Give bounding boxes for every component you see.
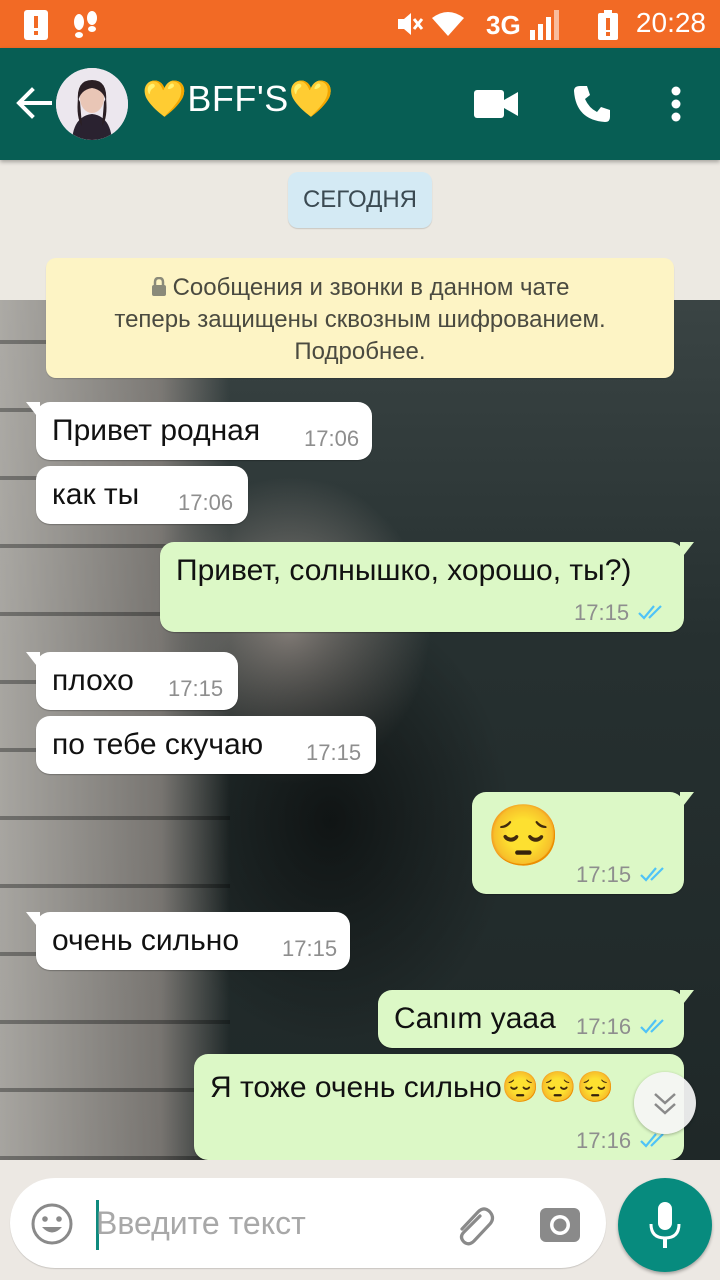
- microphone-icon: [649, 1202, 681, 1248]
- scroll-to-bottom-button[interactable]: [634, 1072, 696, 1134]
- message-time: 17:15: [306, 740, 362, 765]
- message-outgoing[interactable]: Canım yaaa 17:16: [378, 990, 694, 1048]
- message-text: Привет родная: [52, 414, 261, 447]
- read-ticks-icon: [640, 867, 664, 882]
- message-incoming[interactable]: как ты 17:06: [36, 466, 248, 524]
- message-time: 17:15: [168, 676, 224, 701]
- back-arrow-icon[interactable]: [14, 84, 52, 122]
- message-outgoing[interactable]: Я тоже очень сильно😔😔😔 17:16: [194, 1054, 684, 1160]
- avatar-photo: [56, 68, 128, 140]
- contact-avatar[interactable]: [56, 68, 128, 140]
- message-incoming[interactable]: очень сильно 17:15: [26, 912, 350, 970]
- message-text: 😔: [486, 802, 561, 869]
- chat-header: 💛BFF'S💛: [0, 48, 720, 160]
- battery-icon: [598, 10, 618, 40]
- chat-title[interactable]: 💛BFF'S💛: [142, 78, 334, 120]
- message-incoming[interactable]: Привет родная 17:06: [26, 402, 372, 460]
- signal-icon: [530, 10, 559, 40]
- bubble-tail: [680, 542, 694, 560]
- lock-icon: [151, 276, 166, 296]
- message-time: 17:15: [576, 862, 632, 887]
- phone-call-icon[interactable]: [572, 84, 612, 124]
- message-text: по тебе скучаю: [52, 728, 264, 761]
- footsteps-icon: [74, 11, 97, 38]
- message-incoming[interactable]: по тебе скучаю 17:15: [36, 716, 376, 774]
- message-outgoing[interactable]: 😔 17:15: [472, 792, 694, 894]
- message-time: 17:16: [576, 1128, 632, 1153]
- network-type: 3G: [486, 10, 521, 40]
- bubble-tail: [26, 652, 40, 670]
- message-input[interactable]: [96, 1198, 436, 1248]
- double-chevron-down-icon: [654, 1093, 676, 1115]
- encryption-text-1: Сообщения и звонки в данном чате: [172, 274, 570, 301]
- more-options-icon[interactable]: [670, 86, 682, 122]
- message-time: 17:15: [282, 936, 338, 961]
- message-text: Привет, солнышко, хорошо, ты?): [176, 554, 632, 587]
- attach-icon[interactable]: [450, 1202, 496, 1248]
- alert-icon: [24, 10, 48, 40]
- message-incoming[interactable]: плохо 17:15: [26, 652, 238, 710]
- bubble-tail: [680, 792, 694, 810]
- bubble-tail: [26, 912, 40, 930]
- message-text: Canım yaaa: [394, 1002, 556, 1035]
- message-text: очень сильно: [52, 924, 240, 957]
- encryption-learn-more[interactable]: Подробнее.: [46, 336, 674, 368]
- message-text: плохо: [52, 664, 134, 697]
- read-ticks-icon: [638, 605, 662, 620]
- date-divider: СЕГОДНЯ: [288, 172, 432, 228]
- encryption-text-2: теперь защищены сквозным шифрованием.: [114, 306, 606, 333]
- emoji-icon[interactable]: [30, 1202, 74, 1246]
- message-text: как ты: [52, 478, 140, 511]
- read-ticks-icon: [640, 1019, 664, 1034]
- message-time: 17:16: [576, 1014, 632, 1039]
- bubble-tail: [680, 990, 694, 1008]
- voice-message-button[interactable]: [618, 1178, 712, 1272]
- composer-bar: [0, 1160, 720, 1280]
- message-time: 17:06: [304, 426, 360, 451]
- status-time: 20:28: [635, 7, 706, 38]
- wifi-icon: [432, 12, 464, 36]
- status-bar: 3G 20:28: [0, 0, 720, 48]
- video-call-icon[interactable]: [474, 90, 518, 118]
- encryption-notice[interactable]: Сообщения и звонки в данном чате теперь …: [46, 258, 674, 378]
- encryption-line-1: Сообщения и звонки в данном чате: [46, 272, 674, 304]
- camera-icon[interactable]: [540, 1204, 580, 1242]
- message-text: Я тоже очень сильно😔😔😔: [210, 1071, 614, 1104]
- message-input-box[interactable]: [10, 1178, 606, 1268]
- message-outgoing[interactable]: Привет, солнышко, хорошо, ты?) 17:15: [160, 542, 694, 632]
- bubble-tail: [26, 402, 40, 420]
- message-time: 17:15: [574, 600, 630, 625]
- mute-icon: [398, 13, 424, 35]
- message-time: 17:06: [178, 490, 234, 515]
